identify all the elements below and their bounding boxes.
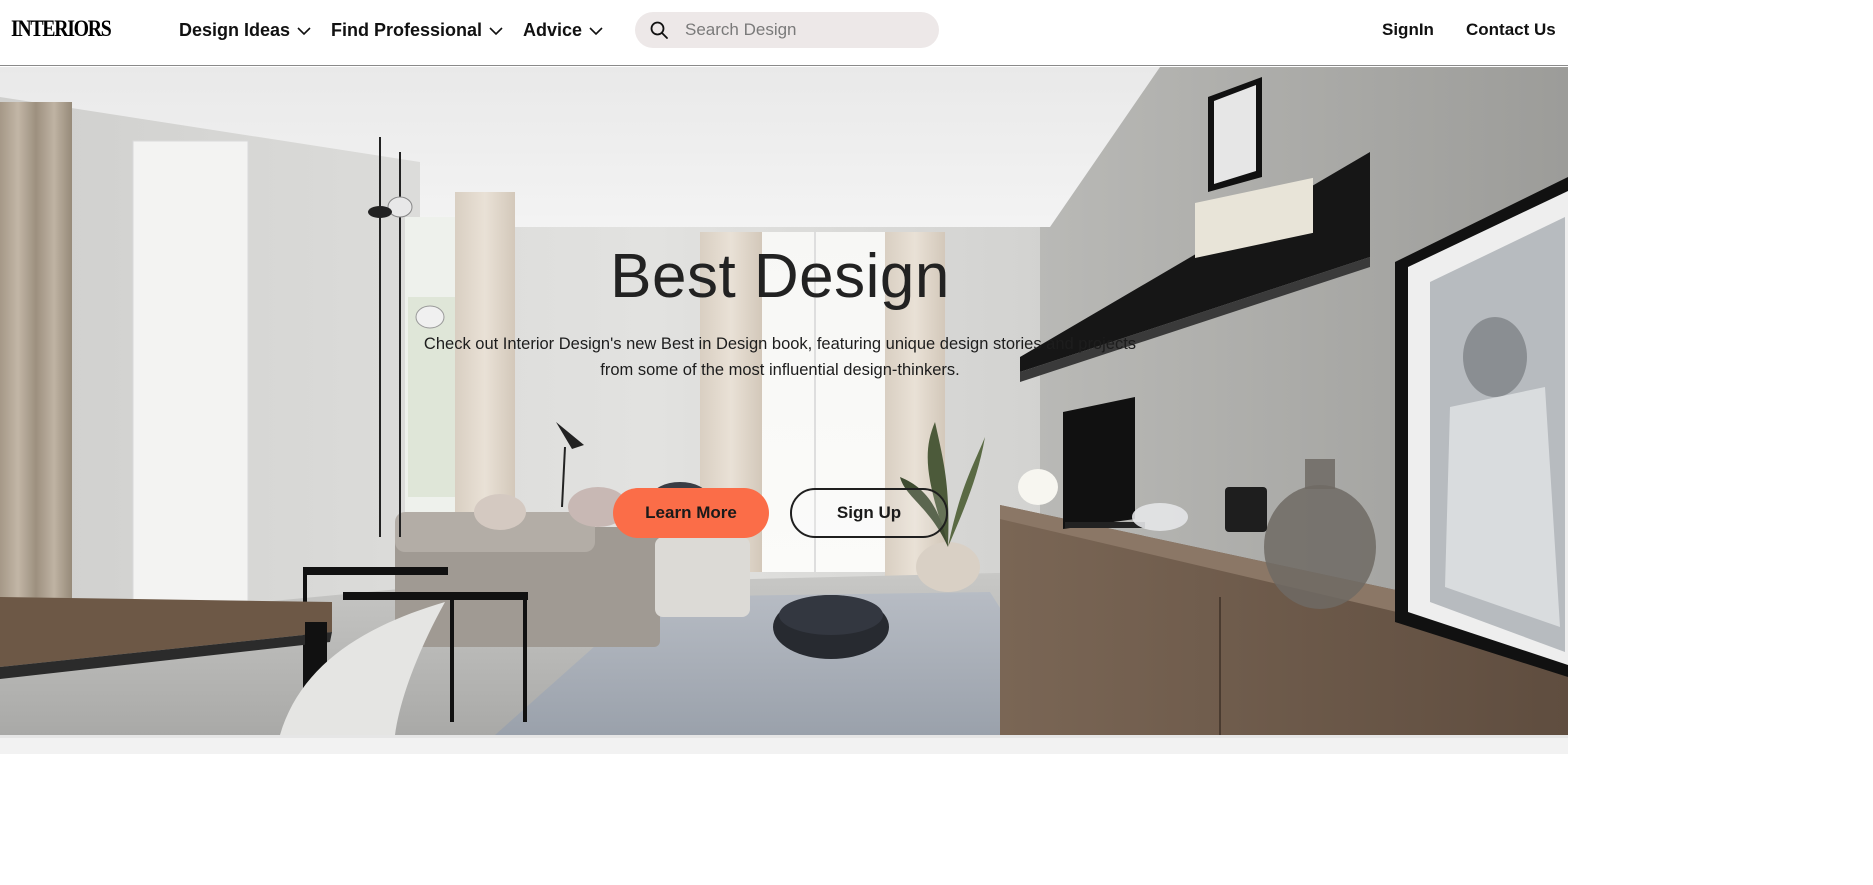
hero-section: Best Design Check out Interior Design's … xyxy=(0,67,1568,735)
search-input[interactable] xyxy=(683,19,913,41)
chevron-down-icon xyxy=(589,26,603,35)
nav-label: Advice xyxy=(523,20,583,40)
logo[interactable]: INTERIORS xyxy=(11,16,112,42)
search-icon[interactable] xyxy=(649,20,669,40)
signin-link[interactable]: SignIn xyxy=(1382,20,1434,40)
nav-design-ideas[interactable]: Design Ideas xyxy=(179,20,312,41)
nav-label: Design Ideas xyxy=(179,20,291,40)
sign-up-button[interactable]: Sign Up xyxy=(790,488,948,538)
chevron-down-icon xyxy=(489,26,503,35)
nav-advice[interactable]: Advice xyxy=(523,20,604,41)
hero-background-image xyxy=(0,67,1568,735)
nav-label: Find Professional xyxy=(331,20,483,40)
next-section-edge xyxy=(0,735,1568,754)
contact-us-link[interactable]: Contact Us xyxy=(1466,20,1556,40)
search-bar xyxy=(635,12,939,48)
page: INTERIORS Design Ideas Find Professional… xyxy=(0,0,1568,754)
site-header: INTERIORS Design Ideas Find Professional… xyxy=(0,0,1568,66)
nav-find-professional[interactable]: Find Professional xyxy=(331,20,504,41)
chevron-down-icon xyxy=(297,26,311,35)
learn-more-button[interactable]: Learn More xyxy=(613,488,769,538)
hero-title: Best Design xyxy=(610,242,950,311)
hero-subtitle: Check out Interior Design's new Best in … xyxy=(423,335,1137,379)
